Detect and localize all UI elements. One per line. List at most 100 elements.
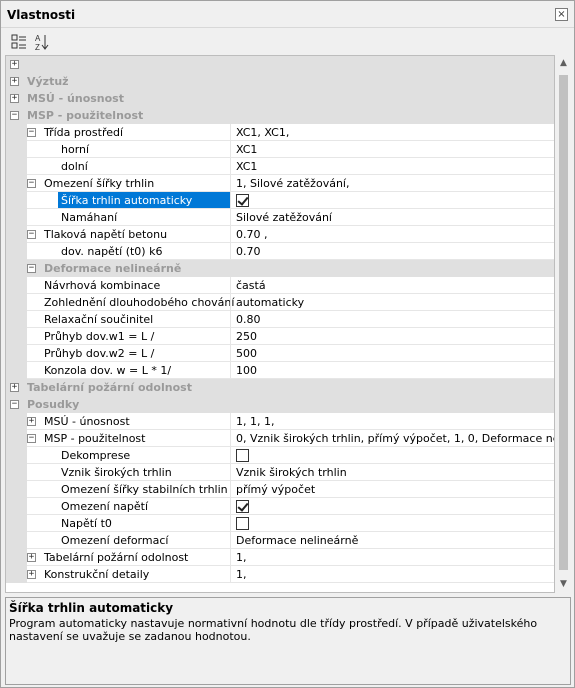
category-row[interactable]: − MSP - použitelnost <box>6 107 554 124</box>
expand-icon[interactable]: + <box>27 417 36 426</box>
category-row[interactable]: − Posudky <box>6 396 554 413</box>
row-gutter <box>6 566 27 583</box>
category-row[interactable]: + <box>6 56 554 73</box>
property-name: MSÚ - únosnost <box>44 415 130 428</box>
category-label: Posudky <box>27 398 80 411</box>
checkbox[interactable] <box>236 449 249 462</box>
property-name: Zohlednění dlouhodobého chování <box>44 296 235 309</box>
checkbox[interactable] <box>236 517 249 530</box>
value-cell[interactable]: přímý výpočet <box>230 481 554 498</box>
property-row[interactable]: Zohlednění dlouhodobého chování automatic… <box>6 294 554 311</box>
value-cell[interactable]: 0.70 <box>230 243 554 260</box>
value-cell[interactable]: 1, <box>230 566 554 583</box>
value-cell[interactable] <box>230 192 554 209</box>
category-row[interactable]: + Tabelární požární odolnost <box>6 379 554 396</box>
scroll-up-icon[interactable]: ▲ <box>555 55 572 72</box>
value-cell[interactable]: 100 <box>230 362 554 379</box>
collapse-icon[interactable]: − <box>27 128 36 137</box>
checkbox[interactable] <box>236 194 249 207</box>
categorized-view-button[interactable] <box>9 32 29 52</box>
value-cell[interactable]: 0.80 <box>230 311 554 328</box>
property-row[interactable]: Relaxační součinitel 0.80 <box>6 311 554 328</box>
scroll-thumb[interactable] <box>559 75 568 570</box>
row-gutter <box>6 345 27 362</box>
value-cell[interactable]: XC1, XC1, <box>230 124 554 141</box>
property-value: 500 <box>236 347 257 360</box>
property-row[interactable]: Dekomprese <box>6 447 554 464</box>
properties-panel: Vlastnosti × A Z + + Výztuž + MSÚ - únosnost… <box>0 0 575 688</box>
category-row[interactable]: + MSÚ - únosnost <box>6 90 554 107</box>
row-gutter <box>6 328 27 345</box>
property-row[interactable]: + MSÚ - únosnost 1, 1, 1, <box>6 413 554 430</box>
value-cell[interactable]: Vznik širokých trhlin <box>230 464 554 481</box>
property-value: 0.70 <box>236 245 261 258</box>
row-gutter <box>6 311 27 328</box>
expand-icon[interactable]: + <box>10 383 19 392</box>
value-cell[interactable]: 500 <box>230 345 554 362</box>
property-row[interactable]: horní XC1 <box>6 141 554 158</box>
category-row[interactable]: + Výztuž <box>6 73 554 90</box>
value-cell[interactable]: 0, Vznik širokých trhlin, přímý výpočet,… <box>230 430 554 447</box>
property-row[interactable]: Průhyb dov.w1 = L / 250 <box>6 328 554 345</box>
property-row[interactable]: Namáhaní Silové zatěžování <box>6 209 554 226</box>
value-cell[interactable]: častá <box>230 277 554 294</box>
collapse-icon[interactable]: − <box>27 179 36 188</box>
property-row[interactable]: − Tlaková napětí betonu 0.70 , <box>6 226 554 243</box>
collapse-icon[interactable]: − <box>10 400 19 409</box>
name-cell <box>27 209 230 226</box>
value-cell[interactable]: 250 <box>230 328 554 345</box>
property-name: Omezení šířky stabilních trhlin <box>61 483 228 496</box>
collapse-icon[interactable]: − <box>27 230 36 239</box>
property-row[interactable]: Průhyb dov.w2 = L / 500 <box>6 345 554 362</box>
value-cell[interactable]: 1, <box>230 549 554 566</box>
value-cell[interactable] <box>230 447 554 464</box>
property-row[interactable]: Omezení napětí <box>6 498 554 515</box>
property-row[interactable]: − Třída prostředí XC1, XC1, <box>6 124 554 141</box>
scroll-down-icon[interactable]: ▼ <box>555 576 572 593</box>
property-row[interactable]: − MSP - použitelnost 0, Vznik širokých trh… <box>6 430 554 447</box>
property-row[interactable]: + Konstrukční detaily 1, <box>6 566 554 583</box>
value-cell[interactable]: 0.70 , <box>230 226 554 243</box>
value-cell[interactable]: 1, Silové zatěžování, <box>230 175 554 192</box>
property-name: Dekomprese <box>61 449 131 462</box>
sort-alphabetical-button[interactable]: A Z <box>32 32 52 52</box>
value-cell[interactable] <box>230 515 554 532</box>
property-row[interactable]: dolní XC1 <box>6 158 554 175</box>
expand-icon[interactable]: + <box>27 570 36 579</box>
row-gutter <box>6 430 27 447</box>
row-gutter <box>6 464 27 481</box>
collapse-icon[interactable]: − <box>10 111 19 120</box>
property-row[interactable]: + Tabelární požární odolnost 1, <box>6 549 554 566</box>
expand-icon[interactable]: + <box>10 77 19 86</box>
close-button[interactable]: × <box>555 8 568 21</box>
property-row[interactable]: Konzola dov. w = L * 1/100 <box>6 362 554 379</box>
value-cell[interactable]: XC1 <box>230 158 554 175</box>
property-row[interactable]: Omezení šířky stabilních trhlin přímý výp… <box>6 481 554 498</box>
property-row[interactable]: Šířka trhlin automaticky <box>6 192 554 209</box>
value-cell[interactable]: Silové zatěžování <box>230 209 554 226</box>
svg-text:Z: Z <box>35 43 40 52</box>
help-pane: Šířka trhlin automaticky Program automat… <box>5 597 571 685</box>
value-cell[interactable]: Deformace nelineárně <box>230 532 554 549</box>
property-row[interactable]: − Omezení šířky trhlin 1, Silové zatěžován… <box>6 175 554 192</box>
expand-icon[interactable]: + <box>10 60 19 69</box>
collapse-icon[interactable]: − <box>27 434 36 443</box>
property-row[interactable]: Omezení deformací Deformace nelineárně <box>6 532 554 549</box>
value-cell[interactable]: 1, 1, 1, <box>230 413 554 430</box>
vertical-scrollbar[interactable]: ▲ ▼ <box>555 55 572 593</box>
property-row[interactable]: Návrhová kombinace častá <box>6 277 554 294</box>
property-value: 0.80 <box>236 313 261 326</box>
property-row[interactable]: Napětí t0 <box>6 515 554 532</box>
category-row[interactable]: − Deformace nelineárně <box>6 260 554 277</box>
expand-icon[interactable]: + <box>10 94 19 103</box>
collapse-icon[interactable]: − <box>27 264 36 273</box>
property-value: častá <box>236 279 266 292</box>
checkbox[interactable] <box>236 500 249 513</box>
property-row[interactable]: Vznik širokých trhlin Vznik širokých trhl… <box>6 464 554 481</box>
value-cell[interactable]: XC1 <box>230 141 554 158</box>
value-cell[interactable] <box>230 498 554 515</box>
category-label: MSÚ - únosnost <box>27 92 124 105</box>
property-row[interactable]: dov. napětí (t0) k6 0.70 <box>6 243 554 260</box>
expand-icon[interactable]: + <box>27 553 36 562</box>
value-cell[interactable]: automaticky <box>230 294 554 311</box>
